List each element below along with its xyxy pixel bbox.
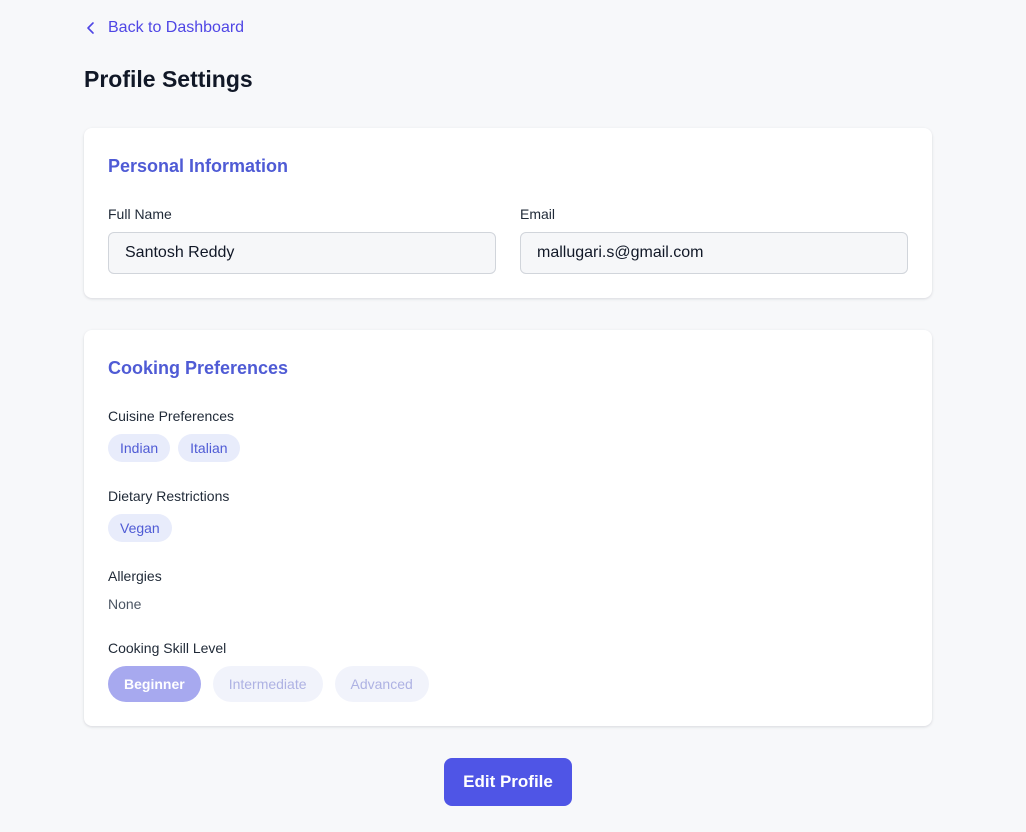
skill-beginner-button[interactable]: Beginner xyxy=(108,666,201,702)
cuisine-preferences-label: Cuisine Preferences xyxy=(108,408,235,424)
cuisine-chip: Italian xyxy=(178,434,240,462)
cooking-preferences-title: Cooking Preferences xyxy=(108,358,289,378)
full-name-label: Full Name xyxy=(108,206,172,222)
cuisine-chip: Indian xyxy=(108,434,171,462)
skill-level-selector: Beginner Intermediate Advanced xyxy=(108,666,429,702)
dietary-chip-list: Vegan xyxy=(108,514,172,542)
cooking-preferences-card: Cooking Preferences Cuisine Preferences … xyxy=(84,330,932,726)
allergies-value: None xyxy=(108,596,142,612)
skill-intermediate-button[interactable]: Intermediate xyxy=(212,666,323,702)
dietary-restrictions-label: Dietary Restrictions xyxy=(108,488,230,504)
chevron-left-icon xyxy=(84,21,98,35)
email-label: Email xyxy=(520,206,556,222)
allergies-label: Allergies xyxy=(108,568,162,584)
page-title: Profile Settings xyxy=(84,66,253,92)
skill-advanced-button[interactable]: Advanced xyxy=(334,666,429,702)
personal-information-card: Personal Information Full Name Email xyxy=(84,128,932,298)
back-link-label: Back to Dashboard xyxy=(108,19,245,36)
dietary-chip: Vegan xyxy=(108,514,172,542)
personal-information-title: Personal Information xyxy=(108,156,289,176)
edit-profile-button[interactable]: Edit Profile xyxy=(444,758,572,806)
back-to-dashboard-link[interactable]: Back to Dashboard xyxy=(84,18,244,38)
cooking-skill-label: Cooking Skill Level xyxy=(108,640,227,656)
email-input[interactable] xyxy=(520,232,908,274)
cuisine-chip-list: Indian Italian xyxy=(108,434,240,462)
full-name-input[interactable] xyxy=(108,232,496,274)
